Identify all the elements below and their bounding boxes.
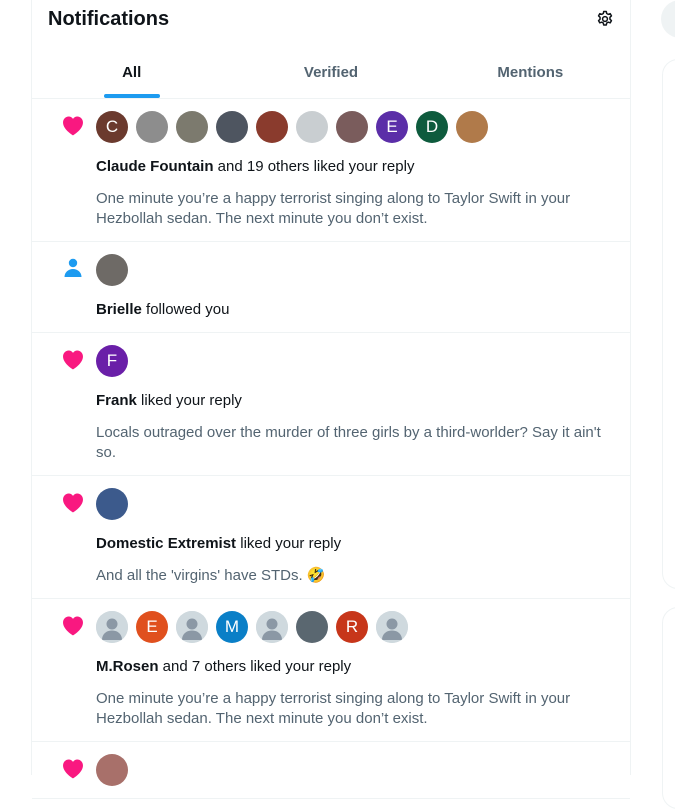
avatar[interactable] (376, 611, 408, 643)
avatar[interactable]: E (136, 611, 168, 643)
notification-action: liked your reply (236, 535, 342, 552)
person-icon (59, 254, 87, 282)
tab-bar: All Verified Mentions (32, 47, 630, 99)
avatar-row: EMR (96, 611, 614, 643)
notification-feed: C E D Claude Fountain and 19 others liked y… (32, 99, 630, 799)
reply-snippet: Locals outraged over the murder of three… (96, 424, 601, 461)
tab-label: Mentions (497, 64, 564, 81)
notification-item[interactable] (32, 742, 630, 799)
notification-item[interactable]: Brielle followed you (32, 242, 630, 333)
avatar-initial: C (105, 117, 119, 136)
reply-snippet: And all the 'virgins' have STDs. 🤣 (96, 567, 326, 584)
avatar[interactable]: E (376, 111, 408, 143)
avatar-row (96, 754, 614, 786)
actor-name[interactable]: Frank (96, 392, 137, 409)
avatar-row (96, 488, 614, 520)
avatar[interactable] (336, 111, 368, 143)
avatar-row: CED (96, 111, 614, 143)
avatar-initial: D (425, 117, 439, 136)
notification-item[interactable]: C E D Claude Fountain and 19 others liked y… (32, 99, 630, 242)
avatar[interactable] (176, 611, 208, 643)
avatar[interactable]: C (96, 111, 128, 143)
heart-icon (59, 345, 87, 373)
avatar[interactable] (96, 754, 128, 786)
notification-action: followed you (141, 301, 230, 318)
avatar[interactable] (216, 111, 248, 143)
actor-name[interactable]: Claude Fountain (96, 158, 214, 175)
reply-snippet: One minute you’re a happy terrorist sing… (96, 690, 571, 727)
avatar[interactable]: R (336, 611, 368, 643)
gear-icon (597, 10, 613, 26)
avatar[interactable] (256, 111, 288, 143)
actor-name[interactable]: Domestic Extremist (96, 535, 236, 552)
avatar-initial: F (106, 351, 118, 370)
avatar[interactable]: M (216, 611, 248, 643)
avatar-initial: E (386, 117, 398, 136)
avatar-initial: R (345, 617, 359, 636)
reply-snippet: One minute you’re a happy terrorist sing… (96, 190, 571, 227)
avatar-initial: E (146, 617, 158, 636)
heart-icon (59, 611, 87, 639)
notification-text: Brielle followed you (96, 300, 614, 320)
avatar[interactable] (96, 254, 128, 286)
notification-text: M.Rosen and 7 others liked your reply (96, 657, 614, 677)
notifications-column: Notifications All Verified Mentions C E D Cla… (31, 0, 631, 799)
heart-icon (59, 488, 87, 516)
avatar[interactable] (96, 611, 128, 643)
avatar-row (96, 254, 614, 286)
actor-name[interactable]: Brielle (96, 301, 142, 318)
avatar[interactable]: F (96, 345, 128, 377)
notification-item[interactable]: Domestic Extremist liked your reply And a… (32, 476, 630, 599)
notification-action: and 19 others liked your reply (213, 158, 415, 175)
sidebar-card (662, 607, 675, 809)
avatar[interactable] (296, 611, 328, 643)
notification-action: liked your reply (136, 392, 242, 409)
tab-label: Verified (303, 64, 359, 81)
notification-text: Claude Fountain and 19 others liked your… (96, 157, 614, 177)
tab-mentions[interactable]: Mentions (431, 47, 630, 98)
tab-label: All (122, 64, 142, 81)
avatar[interactable] (456, 111, 488, 143)
heart-icon (59, 111, 87, 139)
avatar[interactable] (136, 111, 168, 143)
avatar[interactable]: D (416, 111, 448, 143)
avatar[interactable] (96, 488, 128, 520)
tab-all[interactable]: All (32, 47, 231, 98)
avatar[interactable] (256, 611, 288, 643)
notification-item[interactable]: E M R M.Rosen and 7 others liked your reply… (32, 599, 630, 742)
sidebar-card (662, 59, 675, 589)
actor-name[interactable]: M.Rosen (96, 658, 159, 675)
notification-action: and 7 others liked your reply (158, 658, 352, 675)
page-title: Notifications (48, 8, 170, 30)
avatar[interactable] (176, 111, 208, 143)
avatar-row: F (96, 345, 614, 377)
avatar-initial: M (224, 617, 240, 636)
avatar[interactable] (296, 111, 328, 143)
tab-verified[interactable]: Verified (231, 47, 430, 98)
notification-text: Domestic Extremist liked your reply (96, 534, 614, 554)
notification-text: Frank liked your reply (96, 391, 614, 411)
notification-item[interactable]: F Frank liked your reply Locals outraged o… (32, 333, 630, 476)
settings-button[interactable] (595, 9, 615, 29)
page-header: Notifications (32, 0, 630, 38)
tab-active-indicator (103, 94, 160, 98)
heart-icon (59, 754, 87, 782)
search-input[interactable] (661, 0, 675, 38)
